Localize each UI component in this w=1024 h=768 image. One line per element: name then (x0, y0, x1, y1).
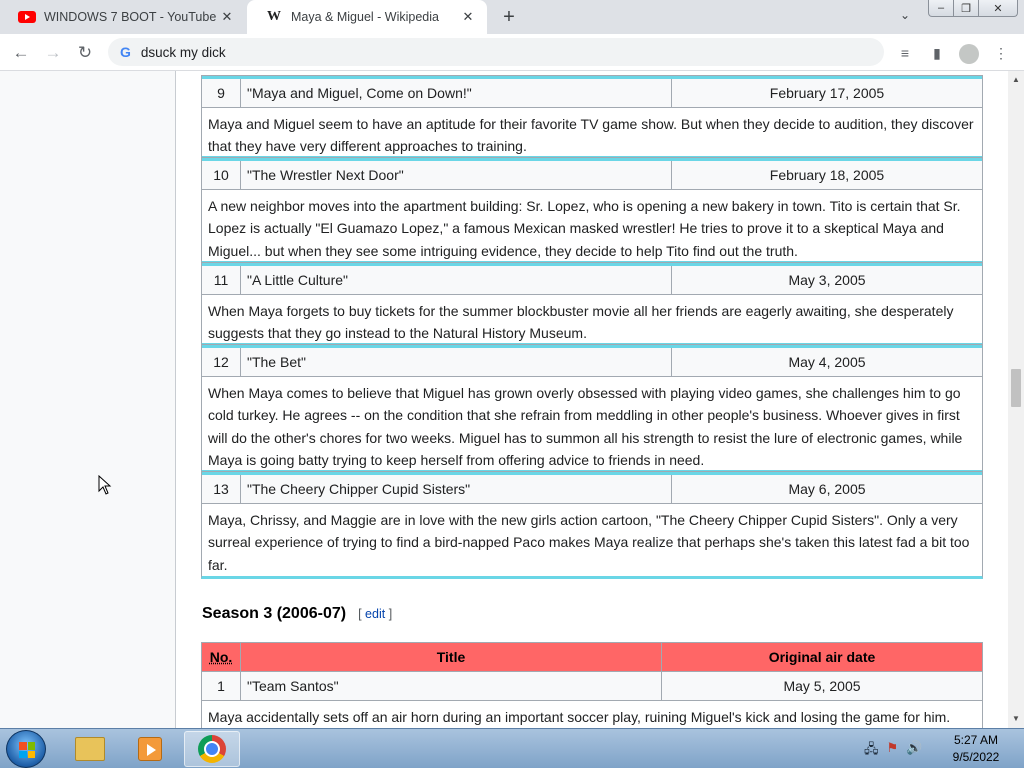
episode-title: "The Bet" (241, 348, 672, 376)
wikipedia-icon: W (267, 9, 281, 24)
episode-date: May 3, 2005 (788, 272, 866, 288)
taskbar: 🖧 ⚑ 🔊 5:27 AM 9/5/2022 (0, 728, 1024, 768)
episode-date: February 18, 2005 (769, 167, 885, 183)
tab-youtube[interactable]: WINDOWS 7 BOOT - YouTube ✕ (0, 0, 246, 34)
vertical-scrollbar[interactable]: ▲ ▼ (1008, 71, 1024, 728)
new-tab-button[interactable]: + (498, 6, 520, 28)
close-window-button[interactable]: ✕ (978, 0, 1018, 17)
episode-date: February 17, 2005 (769, 85, 885, 101)
episode-number: 12 (202, 348, 241, 376)
season-title: Season 3 (2006-07) (202, 605, 347, 622)
header-date: Original air date (768, 649, 876, 665)
windows-explorer-icon[interactable] (62, 731, 118, 767)
episode-title: "The Wrestler Next Door" (241, 161, 672, 189)
episode-date: May 6, 2005 (788, 481, 866, 497)
menu-icon[interactable]: ⋮ (990, 42, 1012, 64)
section-heading: Season 3 (2006-07) [ edit ] (202, 605, 392, 623)
episode-summary: Maya and Miguel seem to have an aptitude… (208, 116, 974, 155)
action-center-icon[interactable]: ⚑ (887, 740, 899, 762)
close-tab-icon[interactable]: ✕ (218, 8, 236, 26)
episode-date: May 5, 2005 (783, 678, 861, 694)
back-button[interactable]: ← (8, 40, 34, 66)
network-icon[interactable]: 🖧 (864, 740, 879, 762)
episode-title: "Maya and Miguel, Come on Down!" (241, 79, 672, 107)
scroll-up-icon[interactable]: ▲ (1012, 75, 1020, 84)
side-panel-icon[interactable]: ▮ (926, 42, 948, 64)
episode-number: 13 (202, 475, 241, 503)
sidebar (0, 71, 176, 728)
header-no: No. (202, 643, 241, 671)
episode-title: "The Cheery Chipper Cupid Sisters" (241, 475, 672, 503)
tab-title: Maya & Miguel - Wikipedia (291, 10, 439, 24)
scroll-down-icon[interactable]: ▼ (1012, 714, 1020, 723)
episode-row: 12 "The Bet" May 4, 2005 When Maya comes… (201, 344, 983, 473)
episode-title: "Team Santos" (241, 672, 662, 700)
edit-section: [ edit ] (358, 607, 393, 621)
window-controls: – ❐ ✕ (928, 0, 1018, 17)
maximize-button[interactable]: ❐ (953, 0, 979, 17)
youtube-icon (18, 10, 36, 24)
system-tray: 🖧 ⚑ 🔊 (864, 740, 922, 762)
edit-link[interactable]: edit (365, 607, 385, 621)
close-tab-icon[interactable]: ✕ (459, 8, 477, 26)
reload-button[interactable]: ↻ (72, 40, 98, 66)
episode-summary: When Maya forgets to buy tickets for the… (208, 303, 954, 342)
episode-summary: A new neighbor moves into the apartment … (208, 198, 961, 259)
season-3-table: No. Title Original air date 1 "Team Sant… (201, 642, 983, 732)
episode-title: "A Little Culture" (241, 266, 672, 294)
mouse-cursor-icon (98, 475, 112, 495)
episode-date: May 4, 2005 (788, 354, 866, 370)
table-header: No. Title Original air date (202, 643, 982, 672)
clock[interactable]: 5:27 AM 9/5/2022 (936, 732, 1016, 766)
tab-strip: WINDOWS 7 BOOT - YouTube ✕ W Maya & Migu… (0, 0, 1024, 34)
browser-toolbar: ← → ↻ G dsuck my dick ≡ ▮ ⋮ (0, 34, 1024, 71)
address-text: dsuck my dick (140, 44, 226, 60)
episode-number: 9 (202, 79, 241, 107)
scroll-thumb[interactable] (1011, 369, 1021, 407)
tab-wikipedia[interactable]: W Maya & Miguel - Wikipedia ✕ (247, 0, 487, 34)
windows-logo-icon (19, 742, 35, 758)
chevron-down-icon[interactable]: ⌄ (896, 8, 914, 26)
episode-number: 11 (202, 266, 241, 294)
episode-number: 1 (202, 672, 241, 700)
episode-row: 10 "The Wrestler Next Door" February 18,… (201, 157, 983, 264)
episode-summary: Maya, Chrissy, and Maggie are in love wi… (208, 512, 970, 573)
media-player-icon[interactable] (122, 731, 178, 767)
episode-row: 13 "The Cheery Chipper Cupid Sisters" Ma… (201, 471, 983, 579)
episode-row: 9 "Maya and Miguel, Come on Down!" Febru… (201, 75, 983, 159)
forward-button[interactable]: → (40, 40, 66, 66)
clock-date: 9/5/2022 (952, 750, 1000, 764)
episode-row: 11 "A Little Culture" May 3, 2005 When M… (201, 262, 983, 346)
table-row: 1 "Team Santos" May 5, 2005 (202, 672, 982, 701)
chrome-icon[interactable] (184, 731, 240, 767)
episode-summary: When Maya comes to believe that Miguel h… (208, 385, 963, 469)
volume-icon[interactable]: 🔊 (906, 740, 922, 762)
google-icon: G (120, 44, 131, 60)
tab-title: WINDOWS 7 BOOT - YouTube (44, 10, 217, 24)
minimize-button[interactable]: – (928, 0, 954, 17)
media-control-icon[interactable]: ≡ (894, 42, 916, 64)
profile-icon[interactable] (958, 42, 980, 64)
episode-number: 10 (202, 161, 241, 189)
start-button[interactable] (6, 730, 46, 768)
address-bar[interactable]: G dsuck my dick (108, 38, 884, 66)
clock-time: 5:27 AM (953, 733, 999, 747)
header-title: Title (241, 643, 662, 671)
